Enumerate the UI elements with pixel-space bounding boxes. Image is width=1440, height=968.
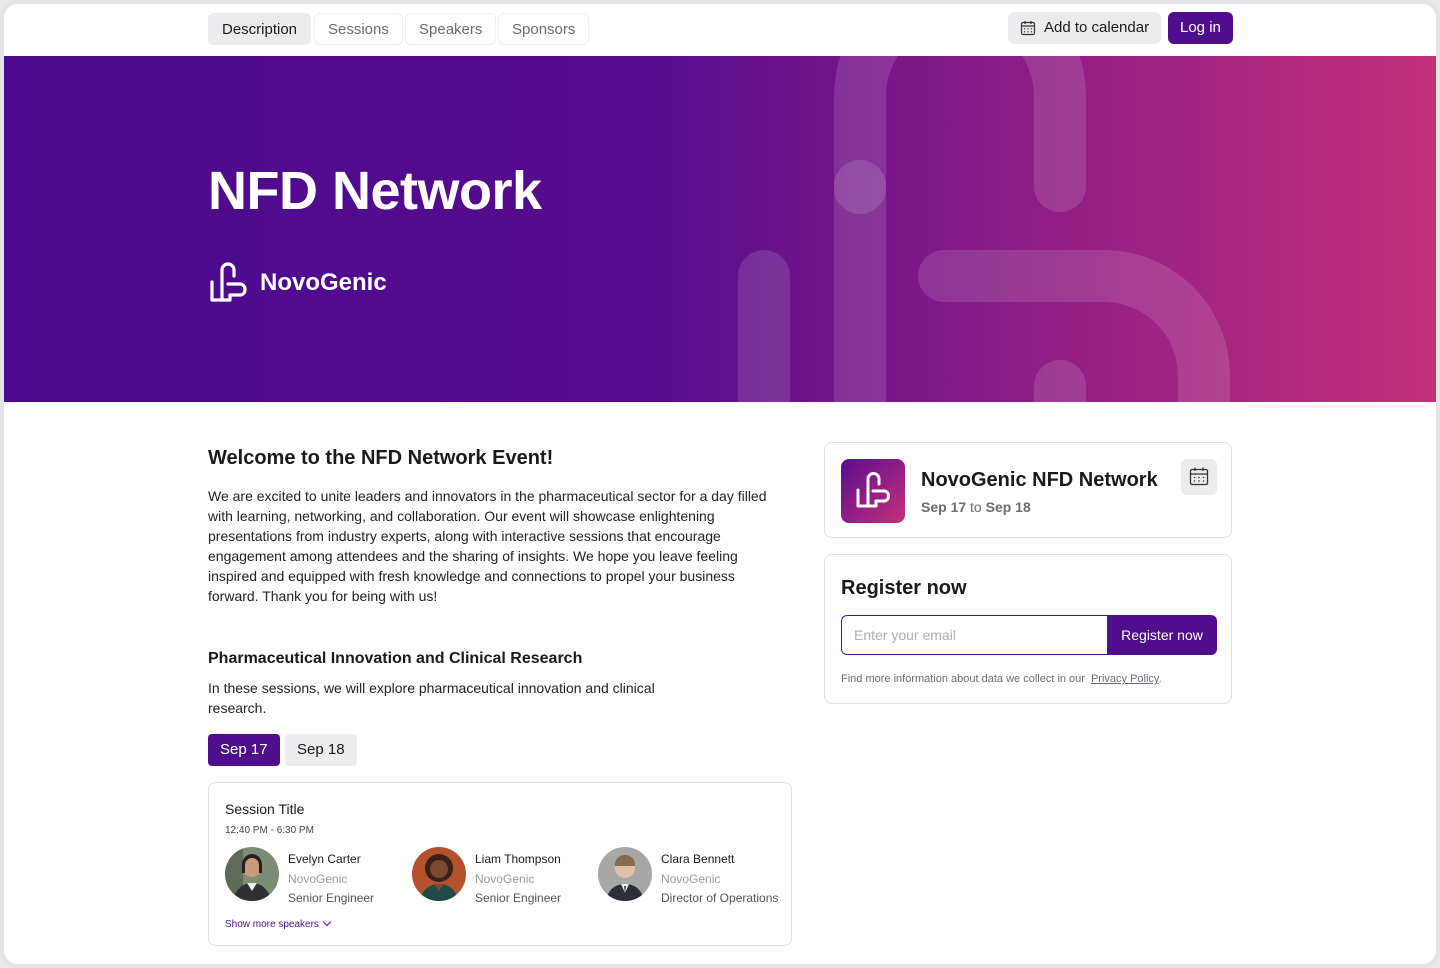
event-start-date: Sep 17 bbox=[921, 499, 967, 515]
add-to-calendar-button[interactable]: Add to calendar bbox=[1008, 12, 1162, 44]
speaker-org: NovoGenic bbox=[288, 872, 348, 886]
speaker-name: Liam Thompson bbox=[475, 852, 561, 866]
tab-sponsors[interactable]: Sponsors bbox=[498, 13, 590, 45]
chevron-down-icon bbox=[322, 917, 332, 927]
welcome-text: We are excited to unite leaders and inno… bbox=[208, 488, 767, 604]
speaker-org: NovoGenic bbox=[475, 872, 535, 886]
speaker-card[interactable]: Clara Bennett NovoGenic Director of Oper… bbox=[598, 847, 788, 905]
calendar-icon bbox=[1020, 21, 1036, 36]
avatar bbox=[225, 847, 279, 901]
privacy-policy-link[interactable]: Privacy Policy bbox=[1091, 673, 1159, 685]
event-end-date: Sep 18 bbox=[985, 499, 1031, 515]
section-description: In these sessions, we will explore pharm… bbox=[208, 680, 655, 716]
session-title: Session Title bbox=[225, 801, 305, 817]
event-dates: Sep 17 to Sep 18 bbox=[921, 499, 1031, 515]
speaker-role: Senior Engineer bbox=[288, 891, 375, 905]
event-calendar-button[interactable] bbox=[1181, 459, 1217, 495]
event-name: NovoGenic NFD Network bbox=[921, 469, 1158, 491]
privacy-note-text: Find more information about data we coll… bbox=[841, 673, 1085, 685]
date-tab-sep-17[interactable]: Sep 17 bbox=[208, 734, 280, 766]
tab-sessions[interactable]: Sessions bbox=[314, 13, 403, 45]
show-more-speakers-link[interactable]: Show more speakers bbox=[225, 917, 332, 930]
tab-speakers[interactable]: Speakers bbox=[405, 13, 497, 45]
avatar bbox=[412, 847, 466, 901]
event-date-separator: to bbox=[970, 499, 982, 515]
privacy-note: Find more information about data we coll… bbox=[841, 673, 1162, 685]
session-time: 12:40 PM - 6:30 PM bbox=[225, 825, 314, 836]
speaker-card[interactable]: Liam Thompson NovoGenic Senior Engineer bbox=[412, 847, 602, 905]
speaker-card[interactable]: Evelyn Carter NovoGenic Senior Engineer bbox=[225, 847, 415, 905]
speaker-role: Director of Operations bbox=[661, 891, 779, 905]
login-button[interactable]: Log in bbox=[1168, 12, 1233, 44]
brand-watermark-icon bbox=[738, 56, 1230, 402]
show-more-label: Show more speakers bbox=[225, 919, 319, 930]
email-input[interactable] bbox=[841, 615, 1109, 655]
add-to-calendar-label: Add to calendar bbox=[1044, 19, 1150, 36]
register-card: Register now Register now Find more info… bbox=[824, 554, 1232, 704]
hero-banner: NFD Network NovoGenic bbox=[4, 56, 1436, 402]
event-summary-card: NovoGenic NFD Network Sep 17 to Sep 18 bbox=[824, 442, 1232, 538]
tab-description[interactable]: Description bbox=[208, 13, 312, 45]
speaker-org: NovoGenic bbox=[661, 872, 721, 886]
section-title: Pharmaceutical Innovation and Clinical R… bbox=[208, 650, 583, 667]
welcome-title: Welcome to the NFD Network Event! bbox=[208, 447, 554, 469]
speaker-name: Evelyn Carter bbox=[288, 852, 361, 866]
speaker-name: Clara Bennett bbox=[661, 852, 735, 866]
speaker-role: Senior Engineer bbox=[475, 891, 562, 905]
novogenic-logo-icon bbox=[856, 472, 890, 508]
register-title: Register now bbox=[841, 577, 967, 599]
browser-frame: Description Sessions Speakers Sponsors A… bbox=[0, 0, 1440, 968]
date-tab-sep-18[interactable]: Sep 18 bbox=[285, 734, 357, 766]
top-nav: Description Sessions Speakers Sponsors A… bbox=[4, 4, 1436, 56]
calendar-icon bbox=[1189, 467, 1209, 486]
privacy-note-period: . bbox=[1158, 673, 1162, 685]
session-card: Session Title 12:40 PM - 6:30 PM Evelyn … bbox=[208, 782, 792, 946]
hero-title: NFD Network bbox=[208, 161, 542, 221]
hero-brand-name: NovoGenic bbox=[260, 269, 387, 296]
avatar bbox=[598, 847, 652, 901]
event-logo bbox=[841, 459, 905, 523]
novogenic-logo-icon bbox=[210, 262, 247, 302]
register-button[interactable]: Register now bbox=[1107, 615, 1217, 655]
